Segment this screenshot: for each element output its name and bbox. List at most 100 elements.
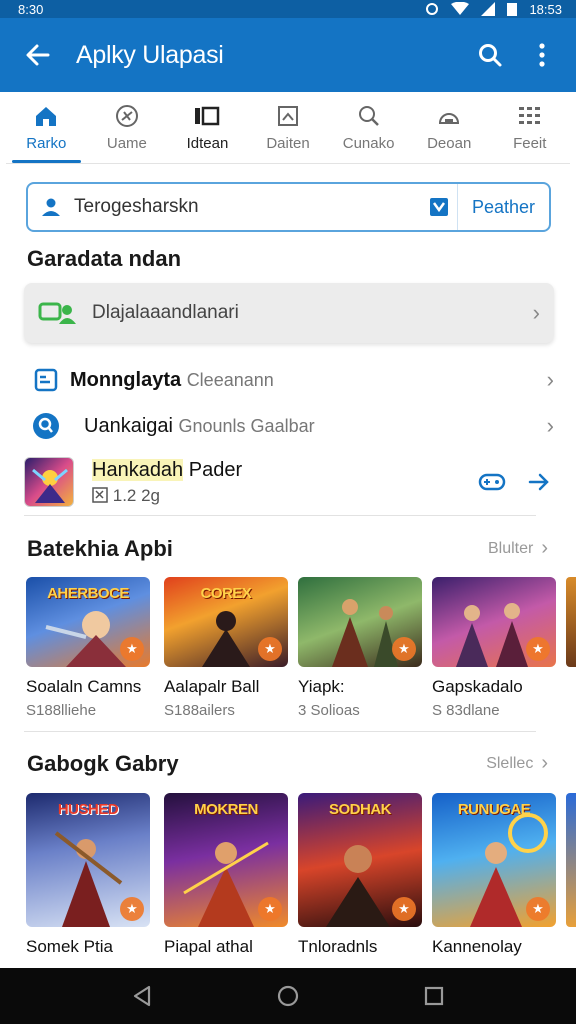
location-icon	[22, 411, 70, 441]
more-options-button[interactable]	[516, 18, 568, 92]
download-icon: ★	[392, 637, 416, 661]
app-card[interactable]: ★ Gapskadalo S 83dlane	[432, 577, 558, 719]
list-item-title: Uankaigai	[84, 414, 173, 437]
wifi-icon	[451, 2, 470, 15]
back-button[interactable]	[0, 18, 76, 92]
arrow-left-icon	[26, 44, 50, 66]
tab-label: Uame	[106, 135, 147, 152]
banner-text: Dlajalaaandlanari	[92, 302, 239, 323]
arrow-right-icon[interactable]	[528, 472, 550, 492]
list-item-sub: Cleeanann	[186, 369, 274, 390]
app-bar: Aplky Ulapasi	[0, 18, 576, 92]
back-triangle-icon[interactable]	[131, 984, 153, 1008]
app-card-image: HUSHED ★	[26, 793, 150, 927]
section-title: Garadata ndan	[27, 246, 182, 271]
app-card[interactable]: ★ Yiapk: 3 Solioas	[298, 577, 424, 719]
list-item[interactable]: Monnglayta Cleeanann ›	[22, 360, 554, 400]
gamepad-icon	[114, 103, 140, 129]
clipboard-icon	[22, 367, 70, 393]
app-card[interactable]: RUNUGAE ★ Kannenolay	[432, 793, 558, 957]
chevron-right-icon: ›	[532, 300, 540, 325]
app-card[interactable]: AHERBOCE ★ Soalaln Camns S188lliehe	[26, 577, 152, 719]
tab-images[interactable]: Daiten	[248, 92, 329, 163]
app-card-name: Piapal athal	[164, 937, 253, 956]
app-card[interactable]: HUSHED ★ Somek Ptia	[26, 793, 152, 957]
signal-icon	[481, 2, 496, 16]
download-icon: ★	[120, 897, 144, 921]
app-card-meta: S188ailers	[164, 702, 235, 719]
list-item-title: Monnglayta	[70, 368, 182, 391]
recents-square-icon[interactable]	[423, 985, 445, 1007]
tab-apps[interactable]: Feeit	[489, 92, 570, 163]
status-time: 8:30	[18, 1, 44, 17]
divider	[24, 731, 536, 732]
featured-name: Hankadah	[92, 458, 184, 481]
list-item[interactable]: Uankaigai Gnounls Gaalbar ›	[22, 406, 554, 446]
chevron-right-icon: ›	[541, 752, 548, 774]
app-card-name: Gapskadalo	[432, 677, 523, 696]
promo-banner[interactable]: Dlajalaaandlanari ›	[24, 283, 554, 343]
tab-label: Idtean	[186, 135, 229, 152]
image-icon	[275, 103, 301, 129]
tab-home[interactable]: Rarko	[6, 92, 87, 163]
search-button[interactable]	[464, 18, 516, 92]
featured-meta: 1.2 2g	[112, 485, 160, 505]
app-card-image: COREX ★	[164, 577, 288, 667]
alarm-icon	[426, 3, 439, 15]
app-card-name: Tnloradnls	[298, 937, 378, 956]
app-card-name: Kannenolay	[432, 937, 522, 956]
battery-icon	[507, 3, 518, 16]
more-vertical-icon	[539, 43, 545, 67]
app-card-meta: S188lliehe	[26, 702, 97, 719]
app-card-image: RUNUGAE ★	[432, 793, 556, 927]
tab-search[interactable]: Cunako	[328, 92, 409, 163]
rating-icon	[92, 486, 108, 503]
home-circle-icon[interactable]	[276, 984, 300, 1008]
app-card[interactable]: COREX ★ Aalapalr Ball S188ailers	[164, 577, 290, 719]
chevron-right-icon: ›	[541, 537, 548, 559]
tab-cloud[interactable]: Deoan	[409, 92, 490, 163]
cloud-icon	[436, 103, 462, 129]
see-all-link[interactable]: Blulter ›	[488, 537, 548, 560]
see-all-label: Slellec	[486, 754, 534, 772]
app-card[interactable]: MOKREN ★ Piapal athal	[164, 793, 290, 957]
system-nav-bar	[0, 968, 576, 1024]
see-all-link[interactable]: Slellec ›	[486, 752, 548, 775]
app-card-name: Yiapk:	[298, 677, 345, 696]
see-all-label: Blulter	[487, 539, 534, 557]
tab-label: Cunako	[342, 135, 395, 152]
tab-games[interactable]: Uame	[87, 92, 168, 163]
app-card-meta: S 83dlane	[432, 702, 500, 719]
tab-label: Rarko	[26, 135, 67, 152]
chat-icon	[38, 302, 76, 324]
download-icon: ★	[120, 637, 144, 661]
divider	[24, 515, 536, 516]
search-icon	[479, 44, 502, 67]
download-icon: ★	[258, 637, 282, 661]
chevron-right-icon: ›	[546, 413, 554, 438]
filter-icon[interactable]	[421, 196, 457, 218]
list-item-sub: Gnounls Gaalbar	[178, 415, 315, 436]
search-field[interactable]: Terogesharskn Peather	[26, 182, 551, 232]
app-card-name: Aalapalr Ball	[164, 677, 260, 696]
search-input[interactable]: Terogesharskn	[74, 196, 421, 218]
grid-icon	[194, 103, 220, 129]
tab-grid[interactable]: Idtean	[167, 92, 248, 163]
section-title: Batekhia Apbi	[27, 536, 173, 561]
gamepad-icon[interactable]	[478, 472, 506, 492]
app-card-name: Somek Ptia	[26, 937, 113, 956]
app-thumbnail	[24, 457, 74, 507]
app-card-peek	[566, 577, 576, 667]
tab-label: Deoan	[427, 135, 472, 152]
app-card[interactable]: SODHAK ★ Tnloradnls	[298, 793, 424, 957]
tab-label: Feeit	[513, 135, 547, 152]
status-bar: 8:30 18:53	[0, 0, 576, 18]
home-icon	[33, 103, 59, 129]
featured-app[interactable]: Hankadah Pader 1.2 2g	[24, 452, 554, 512]
filter-button[interactable]: Peather	[456, 184, 549, 230]
user-icon	[28, 196, 74, 218]
download-icon: ★	[526, 637, 550, 661]
app-card-image: AHERBOCE ★	[26, 577, 150, 667]
download-icon: ★	[258, 897, 282, 921]
search-icon	[356, 103, 382, 129]
